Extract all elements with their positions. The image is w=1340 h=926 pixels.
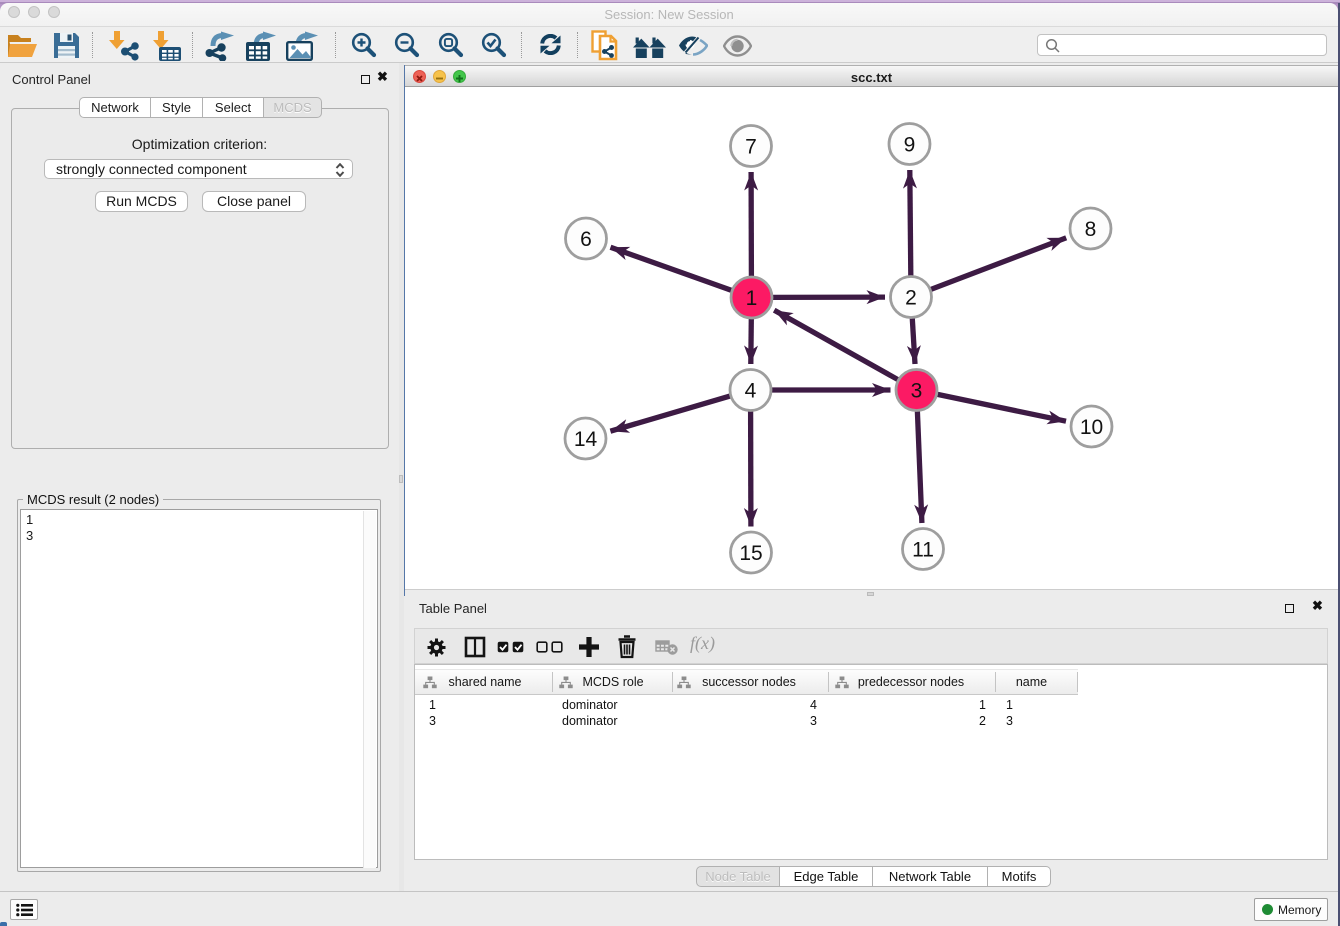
svg-text:10: 10 xyxy=(1080,416,1103,439)
svg-text:2: 2 xyxy=(905,287,917,310)
svg-text:14: 14 xyxy=(574,428,598,451)
svg-text:6: 6 xyxy=(580,228,592,251)
svg-text:15: 15 xyxy=(739,542,762,565)
svg-text:11: 11 xyxy=(912,539,934,562)
svg-text:9: 9 xyxy=(904,134,916,157)
svg-text:3: 3 xyxy=(911,380,923,403)
svg-text:1: 1 xyxy=(746,287,758,310)
svg-text:8: 8 xyxy=(1085,218,1097,241)
svg-text:4: 4 xyxy=(745,380,757,403)
svg-text:7: 7 xyxy=(745,136,757,159)
